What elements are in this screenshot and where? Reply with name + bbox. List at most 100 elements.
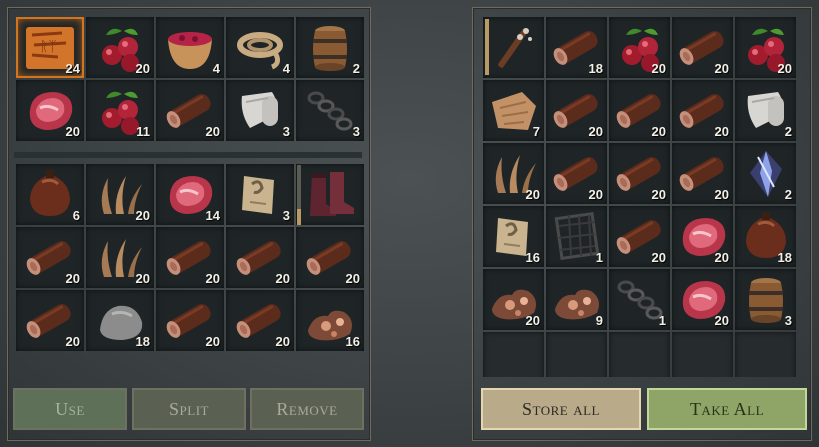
item-quantity: 20 — [205, 124, 220, 139]
inventory-hotbar-grid: ᚱᛉ 24 20 4 4 2 20 11 20 3 3 — [16, 17, 364, 141]
item-quantity: 20 — [651, 124, 666, 139]
empty-storage-slot[interactable] — [483, 332, 544, 377]
inventory-slot-spiked-club[interactable] — [483, 17, 544, 78]
inventory-slot-chain[interactable]: 1 — [609, 269, 670, 330]
inventory-slot-rope[interactable]: 4 — [226, 17, 294, 78]
inventory-slot-treasure-map[interactable]: ᚱᛉ 24 — [16, 17, 84, 78]
inventory-divider — [14, 152, 362, 158]
empty-storage-slot[interactable] — [546, 332, 607, 377]
inventory-slot-log[interactable]: 20 — [609, 80, 670, 141]
inventory-slot-log[interactable]: 20 — [16, 290, 84, 351]
bag-scrollbar-thumb[interactable] — [297, 209, 301, 225]
take-all-button[interactable]: Take All — [647, 388, 807, 430]
inventory-slot-berries[interactable]: 20 — [86, 17, 154, 78]
item-quantity: 20 — [65, 271, 80, 286]
inventory-slot-log[interactable]: 20 — [672, 80, 733, 141]
item-quantity: 20 — [135, 61, 150, 76]
inventory-slot-waterskin[interactable]: 6 — [16, 164, 84, 225]
inventory-slot-waterskin[interactable]: 18 — [735, 206, 796, 267]
inventory-slot-chain[interactable]: 3 — [296, 80, 364, 141]
item-quantity: 20 — [651, 187, 666, 202]
remove-button[interactable]: Remove — [250, 388, 364, 430]
berry-bowl-icon — [162, 21, 218, 73]
inventory-slot-stone[interactable]: 18 — [86, 290, 154, 351]
item-quantity: 20 — [714, 187, 729, 202]
boots-icon — [302, 168, 358, 220]
inventory-slot-leather-scrap[interactable]: 7 — [483, 80, 544, 141]
store-all-button[interactable]: Store all — [481, 388, 641, 430]
item-quantity: 20 — [651, 61, 666, 76]
inventory-slot-berries[interactable]: 20 — [609, 17, 670, 78]
item-quantity: 20 — [275, 271, 290, 286]
item-quantity: 20 — [205, 334, 220, 349]
inventory-slot-raw-meat[interactable]: 20 — [672, 206, 733, 267]
waterskin-icon — [22, 168, 78, 220]
item-quantity: 1 — [658, 313, 666, 328]
inventory-slot-log[interactable]: 20 — [546, 80, 607, 141]
inventory-slot-berry-bowl[interactable]: 4 — [156, 17, 224, 78]
inventory-slot-barrel[interactable]: 3 — [735, 269, 796, 330]
split-button[interactable]: Split — [132, 388, 246, 430]
item-quantity: 20 — [65, 334, 80, 349]
inventory-slot-raw-meat[interactable]: 20 — [16, 80, 84, 141]
barrel-icon — [302, 21, 358, 73]
item-quantity: 6 — [72, 208, 80, 223]
item-quantity: 20 — [135, 271, 150, 286]
spiked-club-icon — [486, 21, 542, 73]
inventory-slot-log[interactable]: 20 — [672, 17, 733, 78]
storage-scrollbar[interactable] — [485, 19, 489, 75]
inventory-slot-log[interactable]: 20 — [156, 290, 224, 351]
inventory-slot-cloth[interactable]: 2 — [735, 80, 796, 141]
inventory-slot-raw-meat[interactable]: 14 — [156, 164, 224, 225]
inventory-slot-note[interactable]: 3 — [226, 164, 294, 225]
storage-scrollbar-thumb[interactable] — [485, 19, 489, 75]
item-quantity: 9 — [595, 313, 603, 328]
inventory-slot-copper-ore[interactable]: 9 — [546, 269, 607, 330]
inventory-slot-raw-meat[interactable]: 20 — [672, 269, 733, 330]
inventory-slot-plant-fiber[interactable]: 20 — [86, 227, 154, 288]
item-quantity: 20 — [588, 124, 603, 139]
empty-storage-slot[interactable] — [735, 332, 796, 377]
use-button[interactable]: Use — [13, 388, 127, 430]
inventory-slot-note[interactable]: 16 — [483, 206, 544, 267]
item-quantity: 7 — [532, 124, 540, 139]
rope-icon — [232, 21, 288, 73]
inventory-slot-plant-fiber[interactable]: 20 — [86, 164, 154, 225]
inventory-slot-crystal[interactable]: 2 — [735, 143, 796, 204]
item-quantity: 24 — [65, 61, 80, 76]
bag-scrollbar[interactable] — [297, 165, 301, 225]
inventory-slot-log[interactable]: 20 — [226, 290, 294, 351]
item-quantity: 3 — [784, 313, 792, 328]
item-quantity: 20 — [651, 250, 666, 265]
inventory-slot-cloth[interactable]: 3 — [226, 80, 294, 141]
inventory-slot-copper-ore[interactable]: 20 — [483, 269, 544, 330]
inventory-slot-log[interactable]: 20 — [546, 143, 607, 204]
inventory-slot-log[interactable]: 20 — [296, 227, 364, 288]
inventory-slot-boots[interactable] — [296, 164, 364, 225]
item-quantity: 18 — [777, 250, 792, 265]
inventory-slot-log[interactable]: 20 — [156, 80, 224, 141]
item-quantity: 20 — [588, 187, 603, 202]
inventory-slot-barrel[interactable]: 2 — [296, 17, 364, 78]
item-quantity: 2 — [352, 61, 360, 76]
item-quantity: 4 — [282, 61, 290, 76]
inventory-slot-log[interactable]: 20 — [156, 227, 224, 288]
inventory-slot-log[interactable]: 18 — [546, 17, 607, 78]
inventory-slot-log[interactable]: 20 — [609, 143, 670, 204]
item-quantity: 20 — [205, 271, 220, 286]
inventory-slot-plant-fiber[interactable]: 20 — [483, 143, 544, 204]
inventory-slot-berries[interactable]: 20 — [735, 17, 796, 78]
inventory-slot-berries[interactable]: 11 — [86, 80, 154, 141]
inventory-slot-net[interactable]: 1 — [546, 206, 607, 267]
inventory-slot-copper-ore[interactable]: 16 — [296, 290, 364, 351]
inventory-slot-log[interactable]: 20 — [16, 227, 84, 288]
note-icon — [232, 168, 288, 220]
inventory-slot-log[interactable]: 20 — [226, 227, 294, 288]
item-quantity: 20 — [525, 313, 540, 328]
empty-storage-slot[interactable] — [672, 332, 733, 377]
empty-storage-slot[interactable] — [609, 332, 670, 377]
inventory-slot-log[interactable]: 20 — [609, 206, 670, 267]
item-quantity: 20 — [525, 187, 540, 202]
inventory-slot-log[interactable]: 20 — [672, 143, 733, 204]
chain-icon — [302, 84, 358, 136]
